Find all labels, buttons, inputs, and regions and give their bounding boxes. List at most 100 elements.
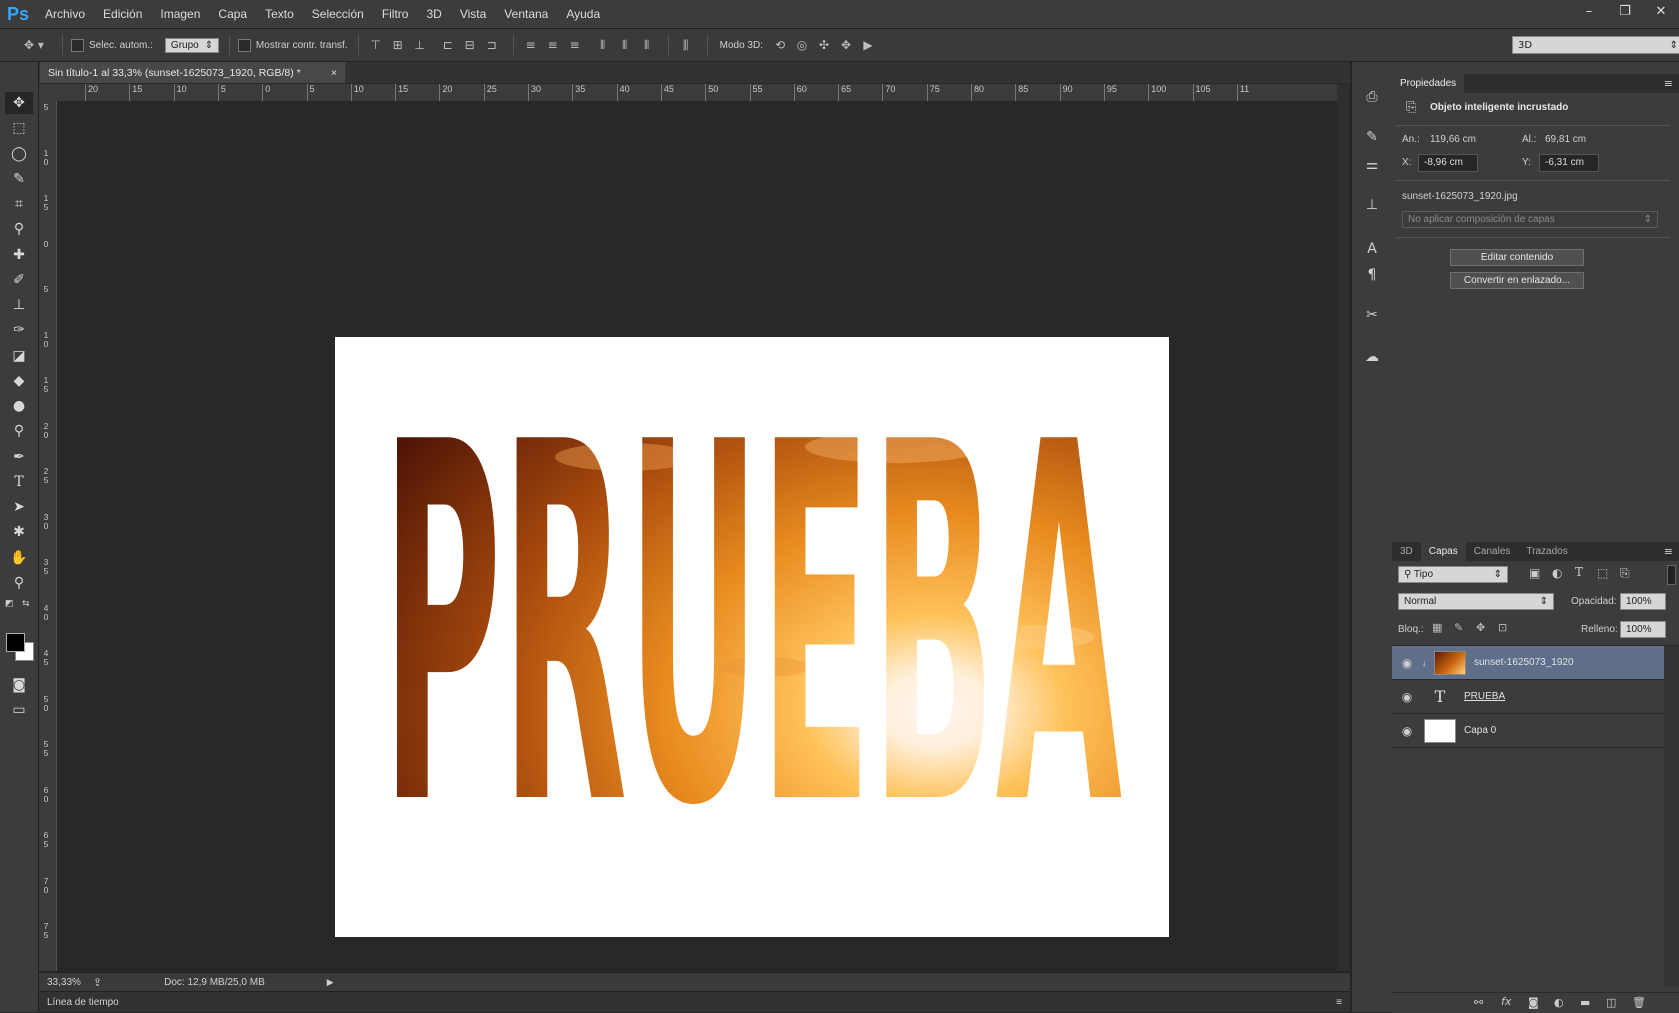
height-value[interactable]: 69,81 cm [1545,134,1586,145]
blur-tool-icon[interactable]: ● [5,395,33,417]
visibility-eye-icon[interactable]: ◉ [1392,690,1422,704]
adjustment-layer-icon[interactable]: ◐ [1554,996,1564,1009]
new-layer-icon[interactable]: ◫ [1606,996,1616,1009]
distribute-left-icon[interactable]: ⫴ [592,35,614,55]
layer-row-capa0[interactable]: ◉ Capa 0 [1392,714,1664,748]
lasso-tool-icon[interactable]: ◯ [5,143,33,165]
creative-cloud-icon[interactable]: ☁ [1360,346,1384,368]
show-transform-checkbox[interactable] [237,38,251,52]
foreground-color-swatch[interactable] [6,633,25,652]
screen-mode-icon[interactable]: ▭ [5,699,33,721]
auto-select-dropdown[interactable]: Grupo ⇕ [164,37,219,53]
edit-contents-button[interactable]: Editar contenido [1450,249,1584,266]
tab-paths[interactable]: Trazados [1518,542,1575,561]
timeline-label[interactable]: Línea de tiempo [47,997,119,1008]
brush-panel-icon[interactable]: ✎ [1360,126,1384,148]
close-tab-icon[interactable]: × [331,67,337,79]
menu-filtro[interactable]: Filtro [373,7,418,21]
align-right-icon[interactable]: ⊐ [481,35,503,55]
path-select-tool-icon[interactable]: ➤ [5,496,33,518]
default-colors-icon[interactable]: ◩ [5,599,14,609]
menu-edicion[interactable]: Edición [94,7,151,21]
move-tool-icon[interactable]: ✥ [5,92,33,114]
tab-3d[interactable]: 3D [1392,542,1421,561]
menu-3d[interactable]: 3D [417,7,450,21]
lock-transparent-icon[interactable]: ▦ [1432,621,1442,634]
filter-shape-icon[interactable]: ⬚ [1597,566,1608,580]
layer-style-icon[interactable]: fx [1501,995,1511,1008]
quick-select-tool-icon[interactable]: ✎ [5,168,33,190]
align-left-icon[interactable]: ⊏ [437,35,459,55]
vertical-scrollbar[interactable] [1337,84,1349,971]
auto-align-icon[interactable]: ⫼ [675,35,697,55]
clone-source-panel-icon[interactable]: ⊥ [1360,194,1384,216]
align-top-icon[interactable]: ⊤ [365,35,387,55]
minimize-button[interactable]: – [1571,0,1607,22]
distribute-hcenter-icon[interactable]: ⫴ [614,35,636,55]
visibility-eye-icon[interactable]: ◉ [1392,656,1422,670]
width-value[interactable]: 119,66 cm [1430,134,1476,145]
pan-3d-icon[interactable]: ✣ [813,35,835,55]
layer-row-sunset[interactable]: ◉ ↓ sunset-1625073_1920 [1392,646,1664,680]
stamp-tool-icon[interactable]: ⊥ [5,294,33,316]
distribute-right-icon[interactable]: ⫴ [636,35,658,55]
zoom-tool-icon[interactable]: ⚲ [5,572,33,594]
tools-presets-icon[interactable]: ✂ [1360,304,1384,326]
align-hcenter-icon[interactable]: ⊟ [459,35,481,55]
ruler-top[interactable]: 20 15 10 5 0 5 10 15 20 25 30 35 40 45 50 55 60 65 70 75 80 8… [57,84,1337,102]
paragraph-panel-icon[interactable]: ¶ [1360,264,1384,286]
layer-comp-select[interactable]: No aplicar composición de capas ⇕ [1402,211,1658,228]
filter-adjustment-icon[interactable]: ◐ [1552,566,1562,580]
export-icon[interactable]: ⇪ [93,976,102,989]
layer-row-prueba[interactable]: ◉ T PRUEBA [1392,680,1664,714]
lock-all-icon[interactable]: ⊡ [1498,621,1507,634]
marquee-tool-icon[interactable]: ⬚ [5,117,33,139]
menu-capa[interactable]: Capa [209,7,256,21]
tab-properties[interactable]: Propiedades [1392,74,1465,93]
document-tab[interactable]: Sin título-1 al 33,3% (sunset-1625073_19… [40,62,345,83]
filter-toggle[interactable] [1667,565,1676,585]
slide-3d-icon[interactable]: ✥ [835,35,857,55]
layers-scrollbar[interactable] [1664,646,1679,986]
distribute-bottom-icon[interactable]: ≡ [564,35,586,55]
lock-pixels-icon[interactable]: ✎ [1454,621,1463,634]
menu-vista[interactable]: Vista [451,7,495,21]
roll-3d-icon[interactable]: ◎ [791,35,813,55]
pen-tool-icon[interactable]: ✒ [5,446,33,468]
layer-filter-select[interactable]: ⚲ Tipo ⇕ [1398,566,1508,583]
restore-button[interactable]: ❐ [1607,0,1643,22]
menu-ayuda[interactable]: Ayuda [557,7,609,21]
swap-colors-icon[interactable]: ⇆ [22,599,30,609]
character-panel-icon[interactable]: A [1360,238,1384,260]
ruler-left[interactable]: 5 10 15 0 5 10 15 20 25 30 35 40 45 50 55 60 65 70 75 [39,101,57,971]
panel-menu-icon[interactable]: ≡ [1664,545,1673,558]
ruler-origin[interactable] [39,84,58,102]
opacity-field[interactable]: 100% [1620,593,1666,610]
tab-channels[interactable]: Canales [1466,542,1519,561]
eyedropper-tool-icon[interactable]: ⚲ [5,218,33,240]
delete-layer-icon[interactable]: 🗑 [1632,996,1646,1009]
adjustments-panel-icon[interactable]: ⚌ [1360,154,1384,176]
distribute-top-icon[interactable]: ≡ [520,35,542,55]
layer-mask-icon[interactable]: ◙ [1528,996,1539,1009]
menu-seleccion[interactable]: Selección [303,7,373,21]
y-position-field[interactable]: -6,31 cm [1539,154,1599,172]
menu-ventana[interactable]: Ventana [495,7,557,21]
type-tool-icon[interactable]: T [5,471,33,493]
panel-menu-icon[interactable]: ≡ [1336,997,1342,1008]
new-group-icon[interactable]: ▬ [1580,996,1590,1009]
menu-texto[interactable]: Texto [256,7,303,21]
crop-tool-icon[interactable]: ⌗ [5,193,33,215]
filter-pixel-icon[interactable]: ▣ [1529,566,1540,580]
brush-tool-icon[interactable]: ✐ [5,269,33,291]
distribute-vcenter-icon[interactable]: ≡ [542,35,564,55]
workspace-dropdown[interactable]: 3D ⇕ [1512,36,1679,54]
menu-imagen[interactable]: Imagen [151,7,209,21]
fill-field[interactable]: 100% [1620,621,1666,638]
quick-mask-icon[interactable]: ◙ [5,674,33,696]
healing-brush-tool-icon[interactable]: ✚ [5,244,33,266]
tab-layers[interactable]: Capas [1420,542,1466,561]
rotate-3d-icon[interactable]: ⟲ [769,35,791,55]
menu-archivo[interactable]: Archivo [36,7,94,21]
history-panel-icon[interactable]: ⎙ [1360,86,1384,108]
